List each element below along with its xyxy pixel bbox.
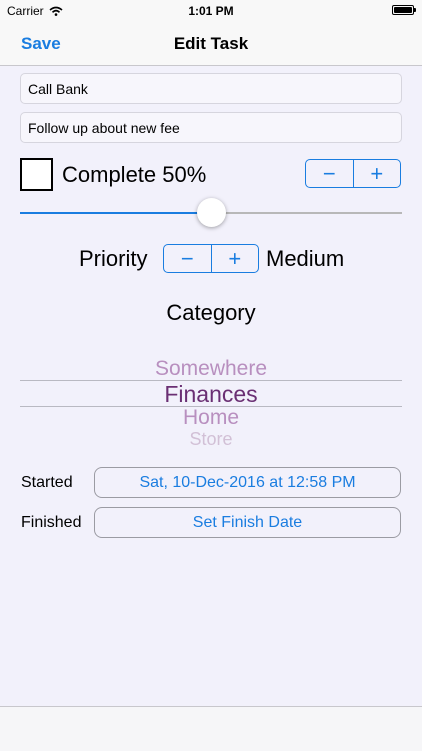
started-label: Started: [21, 474, 73, 491]
priority-decrement-button[interactable]: −: [164, 245, 211, 272]
battery-icon: [392, 5, 416, 15]
set-finish-date-button[interactable]: Set Finish Date: [94, 507, 401, 538]
picker-option-selected[interactable]: Finances: [20, 381, 402, 408]
navigation-bar: Save Edit Task: [0, 22, 422, 66]
priority-stepper: − +: [163, 244, 259, 273]
priority-increment-button[interactable]: +: [210, 245, 259, 272]
picker-option[interactable]: Store: [20, 429, 402, 445]
category-label: Category: [166, 300, 256, 325]
slider-fill: [20, 212, 211, 214]
complete-label: Complete 50%: [62, 162, 207, 187]
status-time: 1:01 PM: [188, 4, 234, 18]
task-notes-field[interactable]: [20, 112, 402, 143]
picker-option[interactable]: Home: [20, 406, 402, 430]
bottom-toolbar: [0, 706, 422, 751]
complete-slider[interactable]: [20, 198, 402, 227]
complete-decrement-button[interactable]: −: [306, 160, 353, 187]
complete-checkbox[interactable]: [20, 158, 53, 191]
picker-option[interactable]: Somewhere: [20, 357, 402, 381]
page-title: Edit Task: [173, 34, 249, 53]
complete-stepper: − +: [305, 159, 401, 188]
priority-label: Priority: [79, 246, 148, 271]
started-date-button[interactable]: Sat, 10-Dec-2016 at 12:58 PM: [94, 467, 401, 498]
complete-increment-button[interactable]: +: [352, 160, 401, 187]
slider-thumb[interactable]: [197, 198, 226, 227]
category-picker[interactable]: Somewhere Finances Home Store: [20, 350, 402, 450]
priority-value: Medium: [266, 246, 345, 271]
task-name-field[interactable]: [20, 73, 402, 104]
finished-label: Finished: [21, 514, 82, 531]
status-bar: Carrier 1:01 PM: [0, 0, 422, 22]
